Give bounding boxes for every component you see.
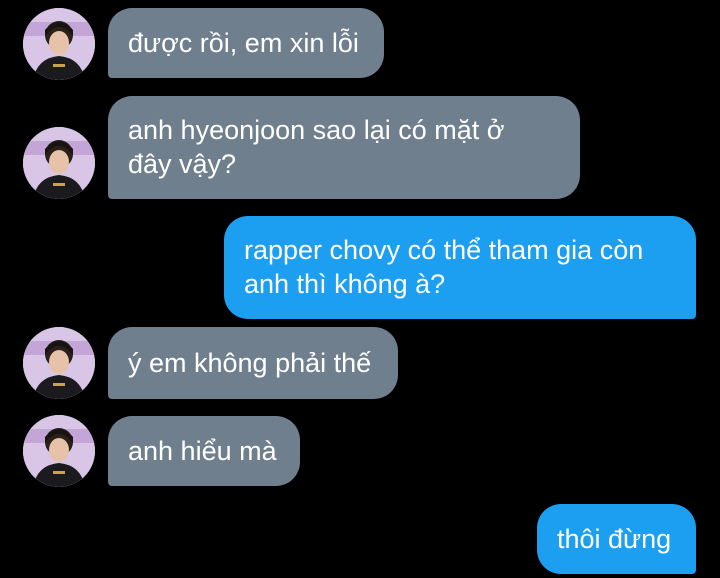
sender-avatar[interactable]	[23, 327, 95, 399]
message-text: thôi đừng	[557, 524, 672, 554]
sender-avatar[interactable]	[23, 127, 95, 199]
message-bubble-outgoing[interactable]: rapper chovy có thể tham gia còn anh thì…	[224, 216, 696, 319]
user-avatar-icon	[23, 8, 95, 80]
message-bubble-incoming[interactable]: ý em không phải thế	[108, 327, 398, 399]
message-bubble-incoming[interactable]: anh hiểu mà	[108, 416, 300, 486]
user-avatar-icon	[23, 327, 95, 399]
message-bubble-incoming[interactable]: được rồi, em xin lỗi	[108, 8, 384, 78]
sender-avatar[interactable]	[23, 8, 95, 80]
message-text: ý em không phải thế	[128, 348, 372, 378]
user-avatar-icon	[23, 415, 95, 487]
message-text: đây vậy?	[128, 149, 237, 179]
message-text: anh thì không à?	[244, 269, 446, 299]
message-text: anh hiểu mà	[128, 436, 277, 466]
message-text: được rồi, em xin lỗi	[128, 28, 359, 58]
user-avatar-icon	[23, 127, 95, 199]
message-text: rapper chovy có thể tham gia còn	[244, 235, 644, 265]
message-bubble-outgoing[interactable]: thôi đừng	[537, 504, 696, 574]
sender-avatar[interactable]	[23, 415, 95, 487]
message-text: anh hyeonjoon sao lại có mặt ở	[128, 115, 505, 145]
message-bubble-incoming[interactable]: anh hyeonjoon sao lại có mặt ở đây vậy?	[108, 96, 580, 199]
